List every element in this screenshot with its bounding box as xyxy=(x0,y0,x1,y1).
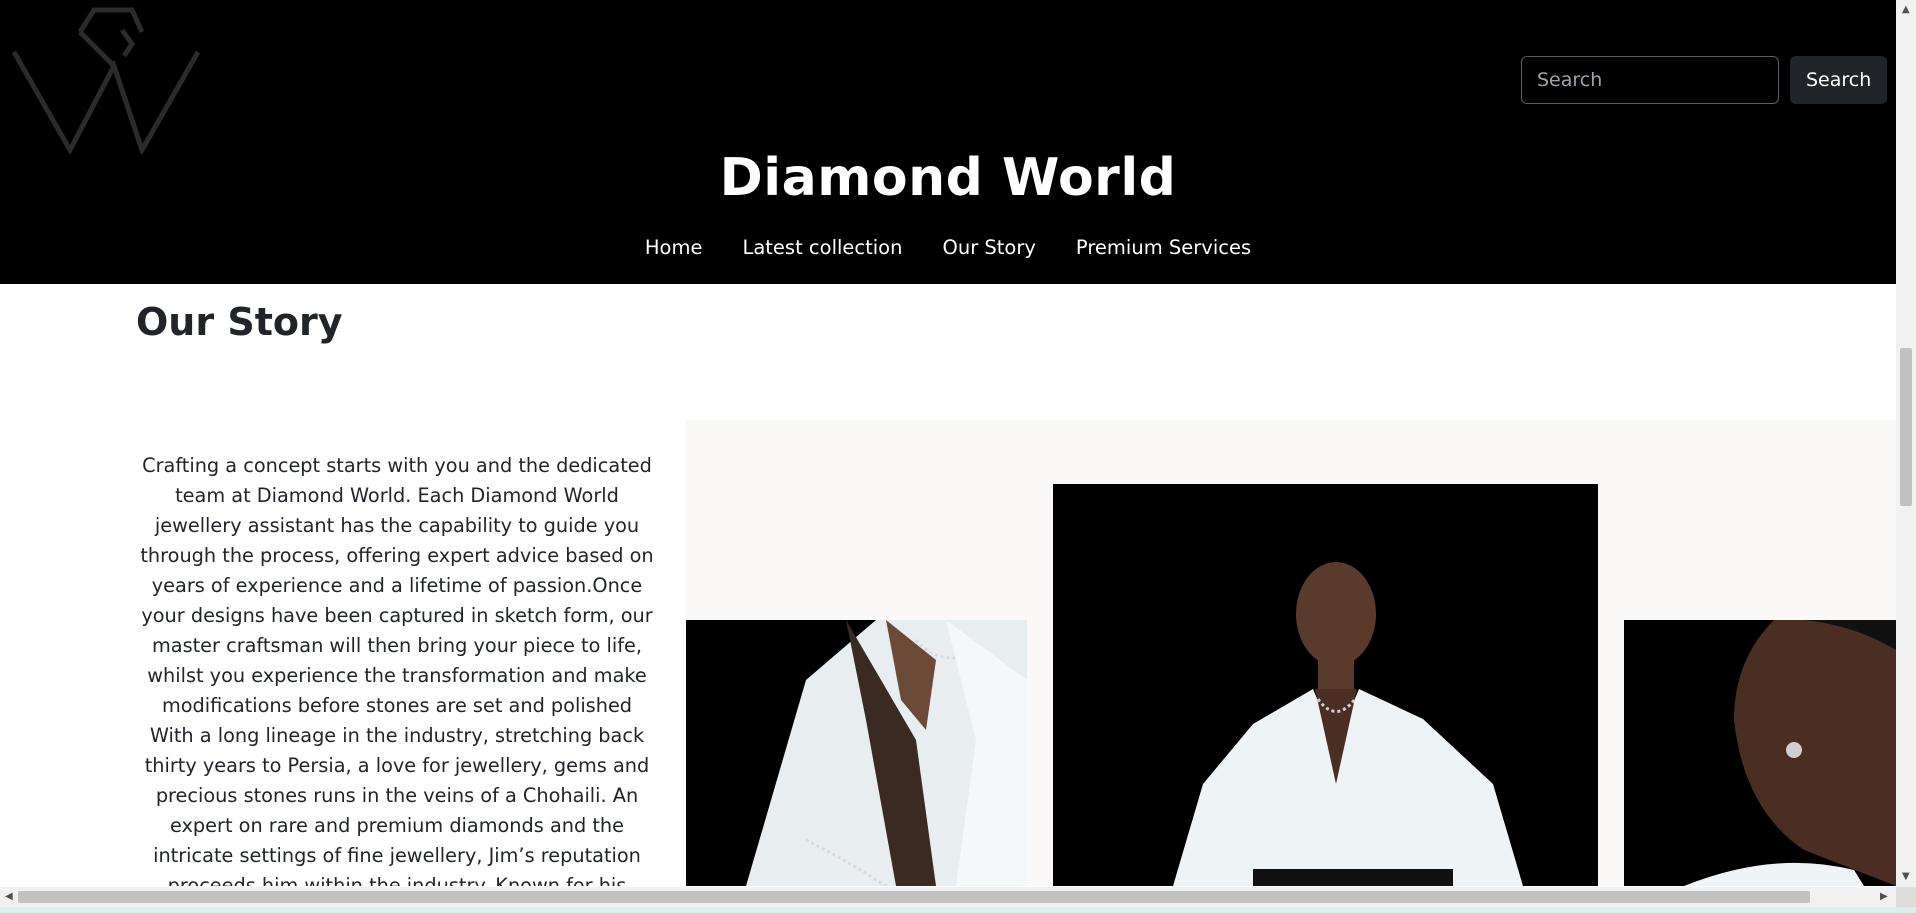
diamond-world-logo-icon[interactable] xyxy=(10,4,202,154)
vertical-scroll-thumb[interactable] xyxy=(1900,348,1912,506)
nav-our-story[interactable]: Our Story xyxy=(942,236,1035,259)
search-input[interactable] xyxy=(1521,56,1779,104)
story-text: Crafting a concept starts with you and t… xyxy=(136,451,658,886)
scroll-down-arrow-icon[interactable]: ▼ xyxy=(1902,867,1910,887)
main-nav: Home Latest collection Our Story Premium… xyxy=(0,236,1896,259)
horizontal-scroll-thumb[interactable] xyxy=(18,891,1810,903)
nav-premium-services[interactable]: Premium Services xyxy=(1076,236,1251,259)
scroll-up-arrow-icon[interactable]: ▲ xyxy=(1902,0,1910,20)
search-form: Search xyxy=(1521,56,1888,104)
horizontal-scrollbar[interactable]: ◀ ▶ xyxy=(0,887,1896,907)
gallery-image-earring-profile xyxy=(1624,620,1896,886)
image-gallery xyxy=(686,420,1896,886)
story-paragraph-1: Crafting a concept starts with you and t… xyxy=(140,454,654,717)
scroll-left-arrow-icon[interactable]: ◀ xyxy=(5,887,13,907)
search-button[interactable]: Search xyxy=(1790,56,1888,104)
scroll-right-arrow-icon[interactable]: ▶ xyxy=(1880,887,1888,907)
story-paragraph-2: With a long lineage in the industry, str… xyxy=(144,724,650,886)
vertical-scrollbar[interactable]: ▲ ▼ xyxy=(1896,0,1916,887)
gallery-image-model-portrait xyxy=(1053,484,1598,886)
nav-latest-collection[interactable]: Latest collection xyxy=(742,236,902,259)
nav-home[interactable]: Home xyxy=(645,236,703,259)
page-title: Our Story xyxy=(136,300,343,344)
gallery-image-necklace-closeup xyxy=(686,620,1027,886)
site-title: Diamond World xyxy=(719,148,1177,208)
site-header: Search Diamond World Home Latest collect… xyxy=(0,0,1896,284)
window-bottom-edge xyxy=(0,907,1916,913)
scrollbar-corner xyxy=(1896,887,1916,907)
